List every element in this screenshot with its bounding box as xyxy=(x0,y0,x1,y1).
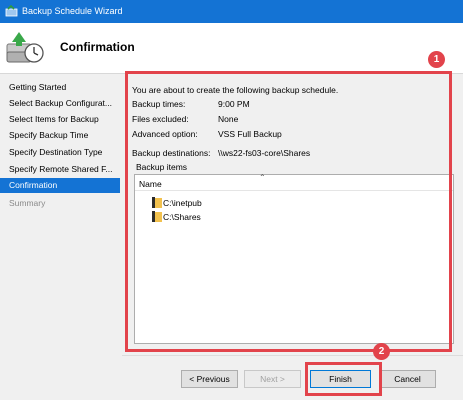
intro-text: You are about to create the following ba… xyxy=(132,85,339,95)
backup-items-label: Backup items xyxy=(136,162,188,172)
files-excluded-label: Files excluded: xyxy=(132,114,189,124)
backup-destinations-value: \\ws22-fs03-core\Shares xyxy=(218,148,311,158)
annotation-badge-2: 2 xyxy=(373,343,390,360)
sort-caret-icon: ⌃ xyxy=(259,173,266,182)
previous-button[interactable]: < Previous xyxy=(181,370,238,388)
confirmation-panel: You are about to create the following ba… xyxy=(124,74,463,354)
list-item[interactable]: C:\inetpub xyxy=(152,197,202,209)
window-title: Backup Schedule Wizard xyxy=(22,6,123,16)
page-title: Confirmation xyxy=(60,40,135,54)
folder-icon xyxy=(152,197,162,209)
cancel-button[interactable]: Cancel xyxy=(379,370,436,388)
item-name: C:\inetpub xyxy=(163,197,202,208)
finish-button[interactable]: Finish xyxy=(310,370,371,388)
backup-times-label: Backup times: xyxy=(132,99,186,109)
wizard-header: Confirmation xyxy=(0,23,463,73)
name-column-header[interactable]: Name ⌃ xyxy=(135,173,453,191)
folder-icon xyxy=(152,211,162,223)
nav-item-select-items-for-backup[interactable]: Select Items for Backup xyxy=(0,112,120,127)
files-excluded-value: None xyxy=(218,114,239,124)
backup-app-icon xyxy=(5,5,18,17)
advanced-option-value: VSS Full Backup xyxy=(218,129,282,139)
nav-item-summary: Summary xyxy=(9,198,46,208)
name-column-label: Name xyxy=(139,179,162,189)
backup-destinations-label: Backup destinations: xyxy=(132,148,211,158)
list-item[interactable]: C:\Shares xyxy=(152,211,201,223)
next-button[interactable]: Next > xyxy=(244,370,301,388)
window-titlebar: Backup Schedule Wizard xyxy=(0,0,463,23)
backup-times-value: 9:00 PM xyxy=(218,99,250,109)
nav-item-specify-backup-time[interactable]: Specify Backup Time xyxy=(0,128,120,143)
nav-item-getting-started[interactable]: Getting Started xyxy=(0,80,120,95)
advanced-option-label: Advanced option: xyxy=(132,129,198,139)
wizard-steps-nav: Getting Started Select Backup Configurat… xyxy=(0,74,122,400)
footer-divider xyxy=(122,355,463,356)
nav-item-specify-remote-shared-folder[interactable]: Specify Remote Shared F... xyxy=(0,162,120,177)
backup-items-list[interactable]: Name ⌃ C:\inetpub C:\Shares xyxy=(134,173,454,344)
nav-item-confirmation[interactable]: Confirmation xyxy=(0,178,120,193)
item-name: C:\Shares xyxy=(163,211,201,222)
nav-item-specify-destination-type[interactable]: Specify Destination Type xyxy=(0,145,120,160)
backup-schedule-icon xyxy=(6,32,44,63)
annotation-badge-1: 1 xyxy=(428,51,445,68)
nav-item-select-backup-configuration[interactable]: Select Backup Configurat... xyxy=(0,96,120,111)
